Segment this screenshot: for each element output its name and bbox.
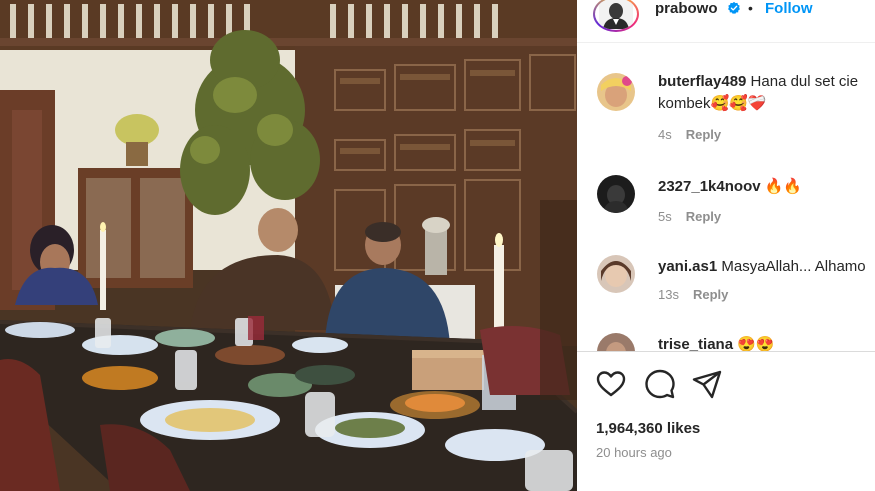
comment-meta: 4s Reply <box>658 127 721 142</box>
comment-time: 5s <box>658 209 672 224</box>
commenter-avatar-image <box>597 175 635 213</box>
comment-text-line2: kombek🥰🥰❤️‍🩹 <box>658 95 767 112</box>
actions-divider <box>577 351 875 352</box>
commenter-avatar[interactable] <box>597 333 635 351</box>
commenter-avatar[interactable] <box>597 175 635 213</box>
comment-text: 😍😍 <box>737 336 775 351</box>
comment-body-continued: kombek🥰🥰❤️‍🩹 <box>658 93 875 115</box>
comment-body: yani.as1 MasyaAllah... Alhamo <box>658 256 875 278</box>
comment-meta: 13s Reply <box>658 287 728 302</box>
comment-button[interactable] <box>642 366 678 402</box>
dinner-scene-image <box>0 0 577 491</box>
post-timestamp[interactable]: 20 hours ago <box>596 445 672 460</box>
comment-bubble-icon <box>645 369 675 399</box>
comment-time: 4s <box>658 127 672 142</box>
paper-plane-icon <box>692 370 722 399</box>
post-actions <box>577 366 875 402</box>
comment-username[interactable]: 2327_1k4noov <box>658 178 761 195</box>
commenter-avatar-image <box>597 333 635 351</box>
comment-username[interactable]: yani.as1 <box>658 258 717 275</box>
comment-time: 13s <box>658 287 679 302</box>
comment-text: Hana dul set cie <box>750 73 859 90</box>
reply-button[interactable]: Reply <box>686 209 721 224</box>
author-avatar-image <box>599 0 633 29</box>
commenter-avatar[interactable] <box>597 73 635 111</box>
commenter-avatar-image <box>597 255 635 293</box>
comment-username[interactable]: buterflay489 <box>658 73 746 90</box>
commenter-avatar-image <box>597 73 635 111</box>
likes-count[interactable]: 1,964,360 likes <box>596 420 700 437</box>
comment-body: buterflay489 Hana dul set cie <box>658 71 875 93</box>
header-separator: • <box>748 0 753 16</box>
post-side-panel: prabowo • Follow buterflay489 Hana dul s… <box>577 0 875 491</box>
commenter-avatar[interactable] <box>597 255 635 293</box>
comment-body: trise_tiana 😍😍 <box>658 334 875 351</box>
author-username[interactable]: prabowo <box>655 0 718 17</box>
comment-text: MasyaAllah... Alhamo <box>721 258 866 275</box>
comment-username[interactable]: trise_tiana <box>658 336 733 351</box>
reply-button[interactable]: Reply <box>686 127 721 142</box>
reply-button[interactable]: Reply <box>693 287 728 302</box>
comment-meta: 5s Reply <box>658 209 721 224</box>
comment-body: 2327_1k4noov 🔥🔥 <box>658 176 875 198</box>
heart-icon <box>596 371 626 397</box>
follow-button[interactable]: Follow <box>765 0 813 17</box>
share-button[interactable] <box>689 366 725 402</box>
verified-badge-icon <box>728 1 740 15</box>
post-photo[interactable] <box>0 0 577 491</box>
comment-text: 🔥🔥 <box>764 178 803 195</box>
comments-list[interactable]: buterflay489 Hana dul set cie kombek🥰🥰❤️… <box>577 43 875 351</box>
author-avatar[interactable] <box>593 0 639 32</box>
like-button[interactable] <box>593 366 629 402</box>
post-header: prabowo • Follow <box>577 0 875 34</box>
